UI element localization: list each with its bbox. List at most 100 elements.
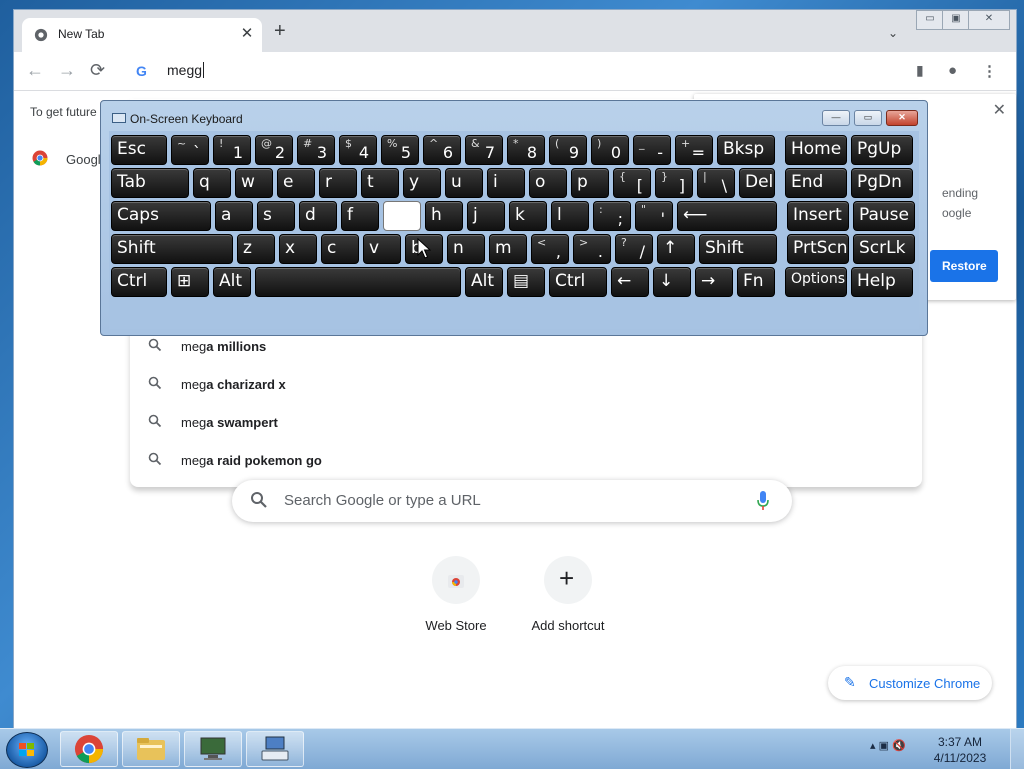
key-ctrl[interactable]: Ctrl <box>549 267 607 297</box>
osk-maximize-button[interactable]: ▭ <box>854 110 882 126</box>
key-symbol[interactable]: → <box>695 267 733 297</box>
key-p[interactable]: p <box>571 168 609 198</box>
key-k[interactable]: k <box>509 201 547 231</box>
key-shift[interactable]: Shift <box>699 234 777 264</box>
key-t[interactable]: t <box>361 168 399 198</box>
key-n[interactable]: n <box>447 234 485 264</box>
key-e[interactable]: e <box>277 168 315 198</box>
key-pgdn[interactable]: PgDn <box>851 168 913 198</box>
tab-search-icon[interactable]: ⌄ <box>888 26 898 40</box>
key-q[interactable]: q <box>193 168 231 198</box>
side-panel-icon[interactable]: ▮ <box>916 62 924 79</box>
key-f[interactable]: f <box>341 201 379 231</box>
customize-chrome-button[interactable]: ✎ Customize Chrome <box>828 666 992 700</box>
start-button[interactable] <box>6 732 48 768</box>
key-symbol[interactable]: _ - <box>633 135 671 165</box>
clock[interactable]: 3:37 AM 4/11/2023 <box>930 734 990 766</box>
key-h[interactable]: h <box>425 201 463 231</box>
menu-icon[interactable]: ⋮ <box>982 62 997 80</box>
key-space[interactable] <box>383 201 421 231</box>
key-s[interactable]: s <box>257 201 295 231</box>
key-home[interactable]: Home <box>785 135 847 165</box>
restore-close-icon[interactable]: ✕ <box>993 100 1006 120</box>
system-tray[interactable]: ▴ ▣ 🔇 <box>870 739 906 752</box>
key-j[interactable]: j <box>467 201 505 231</box>
key-alt[interactable]: Alt <box>465 267 503 297</box>
key-options[interactable]: Options <box>785 267 847 297</box>
key-symbol[interactable]: + = <box>675 135 713 165</box>
key-5[interactable]: % 5 <box>381 135 419 165</box>
key-r[interactable]: r <box>319 168 357 198</box>
key-esc[interactable]: Esc <box>111 135 167 165</box>
show-desktop-button[interactable] <box>1010 729 1024 769</box>
key-9[interactable]: (9 <box>549 135 587 165</box>
key-bksp[interactable]: Bksp <box>717 135 775 165</box>
key-symbol[interactable]: >. <box>573 234 611 264</box>
key-3[interactable]: #3 <box>297 135 335 165</box>
shortcut-web-store[interactable]: Web Store <box>401 556 511 646</box>
suggestion-item[interactable]: mega charizard x <box>130 366 922 404</box>
key-d[interactable]: d <box>299 201 337 231</box>
key-o[interactable]: o <box>529 168 567 198</box>
key-symbol[interactable]: <, <box>531 234 569 264</box>
taskbar-chrome-button[interactable] <box>60 731 118 767</box>
key-m[interactable]: m <box>489 234 527 264</box>
key-pause[interactable]: Pause <box>853 201 915 231</box>
osk-minimize-button[interactable]: — <box>822 110 850 126</box>
omnibox-input[interactable]: megg <box>167 62 205 78</box>
key-0[interactable]: ) 0 <box>591 135 629 165</box>
taskbar-app-button[interactable] <box>184 731 242 767</box>
forward-icon[interactable]: → <box>58 60 76 81</box>
key-a[interactable]: a <box>215 201 253 231</box>
key-symbol[interactable]: ↓ <box>653 267 691 297</box>
key-symbol[interactable]: ~ ` <box>171 135 209 165</box>
key-symbol[interactable]: :; <box>593 201 631 231</box>
key-u[interactable]: u <box>445 168 483 198</box>
key-i[interactable]: i <box>487 168 525 198</box>
key-symbol[interactable]: ▤ <box>507 267 545 297</box>
key-end[interactable]: End <box>785 168 847 198</box>
key-help[interactable]: Help <box>851 267 913 297</box>
key-y[interactable]: y <box>403 168 441 198</box>
key-symbol[interactable]: {[ <box>613 168 651 198</box>
key-alt[interactable]: Alt <box>213 267 251 297</box>
maximize-button[interactable]: ▣ <box>942 10 970 30</box>
key-fn[interactable]: Fn <box>737 267 775 297</box>
key-8[interactable]: * 8 <box>507 135 545 165</box>
key-symbol[interactable]: " ' <box>635 201 673 231</box>
key-v[interactable]: v <box>363 234 401 264</box>
tab-close-icon[interactable]: ✕ <box>238 24 256 42</box>
key-x[interactable]: x <box>279 234 317 264</box>
key-symbol[interactable]: ⟵ <box>677 201 777 231</box>
key-6[interactable]: ^ 6 <box>423 135 461 165</box>
tab-new-tab[interactable]: New Tab ✕ <box>22 18 262 52</box>
microphone-icon[interactable] <box>756 490 770 512</box>
key-2[interactable]: @2 <box>255 135 293 165</box>
suggestion-item[interactable]: mega raid pokemon go <box>130 442 922 480</box>
key-ctrl[interactable]: Ctrl <box>111 267 167 297</box>
key-shift[interactable]: Shift <box>111 234 233 264</box>
key-tab[interactable]: Tab <box>111 168 189 198</box>
minimize-button[interactable]: ▭ <box>916 10 944 30</box>
key-l[interactable]: l <box>551 201 589 231</box>
key-symbol[interactable]: ↑ <box>657 234 695 264</box>
back-icon[interactable]: ← <box>26 60 44 81</box>
key-prtscn[interactable]: PrtScn <box>787 234 849 264</box>
shortcut-add[interactable]: + Add shortcut <box>513 556 623 646</box>
key-1[interactable]: ! 1 <box>213 135 251 165</box>
osk-close-button[interactable]: ✕ <box>886 110 918 126</box>
key-symbol[interactable]: }] <box>655 168 693 198</box>
key-4[interactable]: $4 <box>339 135 377 165</box>
key-symbol[interactable]: | \ <box>697 168 735 198</box>
key-symbol[interactable]: ← <box>611 267 649 297</box>
key-scrlk[interactable]: ScrLk <box>853 234 915 264</box>
key-symbol[interactable]: ⊞ <box>171 267 209 297</box>
reload-icon[interactable]: ⟳ <box>90 60 105 81</box>
new-tab-button[interactable]: + <box>274 21 286 41</box>
key-symbol[interactable]: ? / <box>615 234 653 264</box>
restore-button[interactable]: Restore <box>930 250 998 282</box>
key-space[interactable] <box>255 267 461 297</box>
key-c[interactable]: c <box>321 234 359 264</box>
key-del[interactable]: Del <box>739 168 775 198</box>
key-pgup[interactable]: PgUp <box>851 135 913 165</box>
